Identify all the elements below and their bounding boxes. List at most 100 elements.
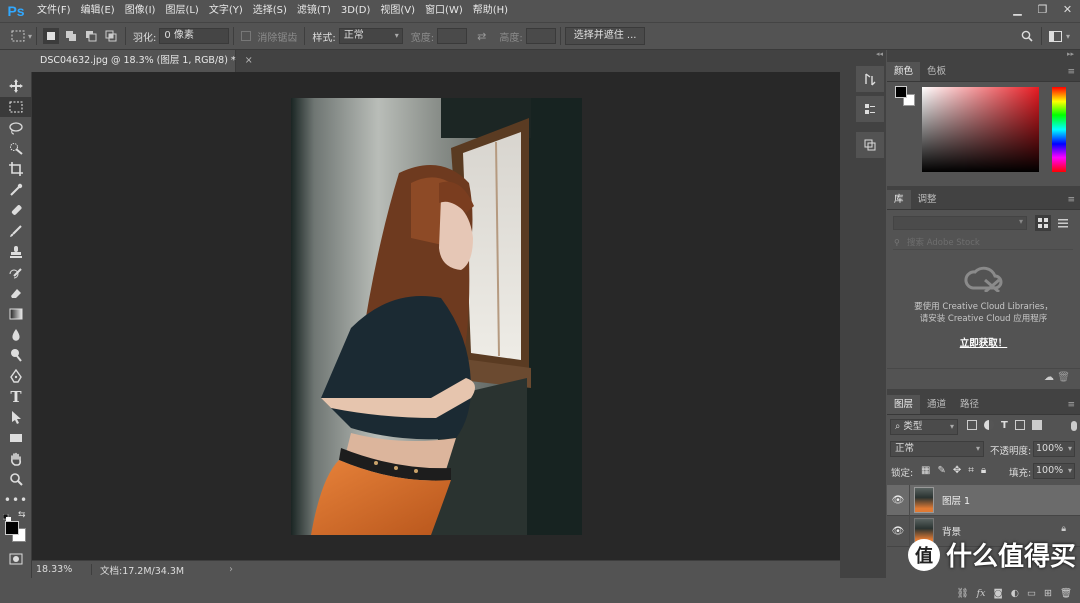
lock-artboard-icon[interactable]: ⌗ [968,465,974,476]
eyedropper-icon[interactable] [0,179,32,200]
minimize-icon[interactable]: ▁ [1005,0,1030,18]
close-icon[interactable]: ✕ [1055,0,1080,18]
dodge-icon[interactable] [0,345,32,366]
fill-input[interactable]: 100% ▾ [1033,463,1075,479]
feather-input[interactable]: 0 像素 [159,28,230,44]
width-input[interactable] [437,28,468,44]
menu-item[interactable]: 文件(F) [32,0,76,22]
rectangle-shape-icon[interactable] [0,428,32,449]
collapse-icon[interactable]: ◂◂ [854,50,886,62]
visibility-eye-icon[interactable]: 👁︎ [887,526,909,537]
hand-icon[interactable] [0,448,32,469]
tab-channels[interactable]: 通道 [920,395,953,414]
trash-icon[interactable]: 🗑 [1060,588,1072,599]
vertical-scrollbar[interactable] [840,72,854,578]
intersect-selection-icon[interactable] [103,28,119,44]
eraser-icon[interactable] [0,283,32,304]
link-layers-icon[interactable]: ⛓ [957,588,969,599]
mask-icon[interactable]: ◙ [993,588,1002,599]
history-panel-icon[interactable] [856,66,884,92]
adjustment-layer-icon[interactable]: ◐ [1011,588,1019,599]
cloud-sync-icon[interactable]: ☁ [1044,372,1054,383]
stock-search-input[interactable]: 搜索 Adobe Stock [893,236,1073,250]
smart-object-filter-icon[interactable] [1031,420,1042,430]
pixel-filter-icon[interactable] [967,420,977,430]
folder-icon[interactable]: ▭ [1027,588,1036,599]
type-tool-icon[interactable]: T [0,386,32,407]
visibility-eye-icon[interactable]: 👁︎ [887,495,909,506]
restore-icon[interactable]: ❐ [1030,0,1055,18]
menu-item[interactable]: 图层(L) [160,0,203,22]
tab-layers[interactable]: 图层 [887,395,921,414]
move-tool-icon[interactable] [0,76,32,97]
get-now-link[interactable]: 立即获取！ [887,335,1080,349]
zoom-icon[interactable] [0,469,32,490]
marquee-preset-icon[interactable] [10,28,26,44]
swap-colors-icon[interactable]: ⇆ [18,510,26,520]
chevron-down-icon[interactable]: ▾ [28,32,32,41]
paragraph-panel-icon[interactable] [856,132,884,158]
trash-icon[interactable]: 🗑 [1057,372,1070,383]
panel-menu-icon[interactable]: ≡ [1067,190,1080,209]
menu-item[interactable]: 滤镜(T) [292,0,336,22]
tab-color[interactable]: 颜色 [887,62,921,81]
opacity-input[interactable]: 100% ▾ [1033,441,1075,457]
zoom-level[interactable]: 18.33% [32,564,92,575]
layer-filter-select[interactable]: ⌕ 类型 ▾ [890,419,958,435]
add-selection-icon[interactable] [63,28,79,44]
quick-selection-icon[interactable] [0,138,32,159]
tab-swatches[interactable]: 色板 [920,62,953,81]
menu-item[interactable]: 编辑(E) [76,0,120,22]
shape-filter-icon[interactable] [1014,420,1025,430]
fx-icon[interactable]: fx [977,588,986,599]
lock-pixels-icon[interactable]: ✎ [937,465,945,476]
history-brush-icon[interactable] [0,262,32,283]
clone-stamp-icon[interactable] [0,242,32,263]
tab-paths[interactable]: 路径 [953,395,986,414]
quick-mask-icon[interactable] [0,548,32,569]
list-view-icon[interactable] [1055,215,1071,231]
menu-item[interactable]: 文字(Y) [204,0,248,22]
document-tab[interactable]: DSC04632.jpg @ 18.3% (图层 1, RGB/8) * × [32,50,253,72]
adjustment-filter-icon[interactable] [984,420,994,430]
menu-item[interactable]: 图像(I) [120,0,161,22]
path-selection-icon[interactable] [0,407,32,428]
properties-panel-icon[interactable] [856,96,884,122]
new-layer-icon[interactable]: ⊞ [1044,588,1052,599]
style-select[interactable]: 正常 ▾ [338,28,403,44]
workspace-icon[interactable] [1048,28,1064,44]
layer-row[interactable]: 👁︎ 图层 1 [887,484,1080,516]
lock-all-icon[interactable]: 🔒︎ [981,465,986,476]
more-tools-icon[interactable]: ••• [0,490,32,511]
menu-item[interactable]: 窗口(W) [420,0,468,22]
chevron-down-icon[interactable]: ▾ [1066,32,1070,41]
blur-icon[interactable] [0,324,32,345]
default-colors-icon[interactable] [2,512,11,523]
menu-item[interactable]: 帮助(H) [468,0,513,22]
subtract-selection-icon[interactable] [83,28,99,44]
tab-adjustments[interactable]: 调整 [911,190,944,209]
search-icon[interactable] [1019,28,1035,44]
layer-name[interactable]: 图层 1 [942,493,970,507]
filter-toggle-icon[interactable] [1071,421,1077,431]
crop-icon[interactable] [0,159,32,180]
blend-mode-select[interactable]: 正常 ▾ [890,441,984,457]
pen-icon[interactable] [0,366,32,387]
foreground-color-swatch[interactable] [5,521,19,536]
swap-icon[interactable]: ⇄ [477,30,486,43]
height-input[interactable] [525,28,556,44]
library-dropdown[interactable]: ▾ [893,216,1027,230]
menu-item[interactable]: 视图(V) [375,0,420,22]
panel-menu-icon[interactable]: ≡ [1067,62,1080,81]
rectangular-marquee-icon[interactable] [0,96,32,118]
new-selection-icon[interactable] [43,28,60,44]
select-and-mask-button[interactable]: 选择并遮住 ... [564,27,646,45]
lock-transparent-icon[interactable]: ▦ [921,465,930,476]
menu-item[interactable]: 3D(D) [336,0,376,22]
brush-icon[interactable] [0,221,32,242]
type-filter-icon[interactable]: T [1001,420,1008,431]
tab-libraries[interactable]: 库 [887,190,911,209]
healing-brush-icon[interactable] [0,200,32,221]
antialias-checkbox[interactable] [241,31,252,41]
status-menu-arrow[interactable]: › [229,564,233,575]
